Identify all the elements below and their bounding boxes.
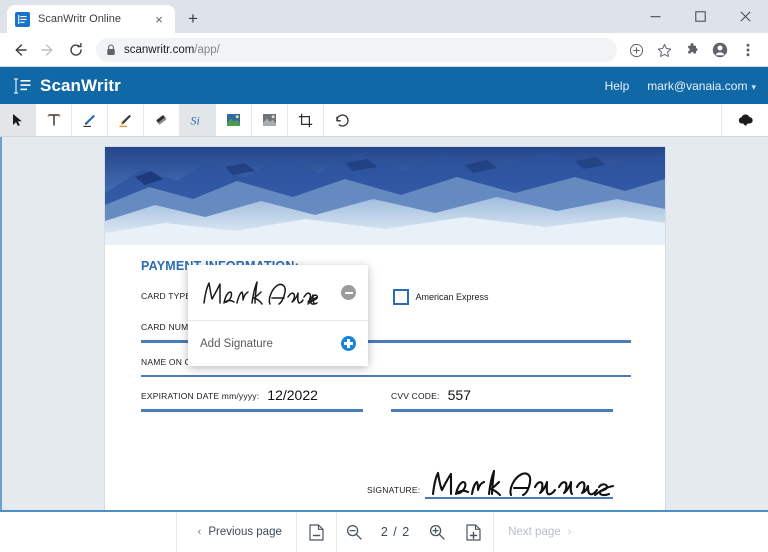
scanwritr-logo-icon xyxy=(12,77,32,95)
zoom-in-button[interactable] xyxy=(420,512,454,552)
rotate-tool[interactable] xyxy=(324,104,360,136)
lock-icon xyxy=(106,44,116,56)
image-gray-tool[interactable] xyxy=(252,104,288,136)
remove-page-button[interactable] xyxy=(297,512,337,552)
editor-toolbar: Si xyxy=(0,104,768,137)
chevron-right-icon: › xyxy=(568,526,572,538)
zoom-out-button[interactable] xyxy=(337,512,371,552)
chevron-down-icon: ▾ xyxy=(751,82,756,92)
browser-title-bar: ScanWritr Online × + xyxy=(0,0,768,33)
new-tab-button[interactable]: + xyxy=(179,5,207,33)
add-signature-label: Add Signature xyxy=(200,338,273,350)
checkbox-amex[interactable] xyxy=(393,289,409,305)
cvv-value: 557 xyxy=(448,388,471,403)
page-navigation-bar: ‹ Previous page 2 / 2 xyxy=(0,510,768,552)
cvv-field[interactable]: CVV CODE: 557 xyxy=(391,388,613,412)
crop-tool[interactable] xyxy=(288,104,324,136)
back-arrow-icon[interactable] xyxy=(6,36,34,64)
zoom-in-icon xyxy=(429,524,445,540)
text-tool[interactable] xyxy=(36,104,72,136)
saved-signature-item[interactable] xyxy=(188,265,368,321)
expiration-cvv-row: EXPIRATION DATE mm/yyyy: 12/2022 CVV COD… xyxy=(141,388,631,423)
toolbar-spacer xyxy=(360,104,722,136)
add-page-button[interactable] xyxy=(454,512,494,552)
image-color-tool[interactable] xyxy=(216,104,252,136)
card-type-option-amex[interactable]: American Express xyxy=(393,289,489,305)
tab-strip: ScanWritr Online × + xyxy=(0,0,207,33)
browser-tab[interactable]: ScanWritr Online × xyxy=(7,5,175,33)
profile-icon[interactable] xyxy=(706,36,734,64)
puzzle-icon[interactable] xyxy=(678,36,706,64)
expiration-label: EXPIRATION DATE mm/yyyy: xyxy=(141,391,259,403)
kebab-menu-icon[interactable] xyxy=(734,36,762,64)
next-page-label: Next page xyxy=(508,526,560,538)
document-workspace[interactable]: PAYMENT INFORMATION: CARD TYPE: VISA Ma xyxy=(0,137,768,510)
expiration-value: 12/2022 xyxy=(267,388,318,403)
select-tool[interactable] xyxy=(0,104,36,136)
add-signature-item[interactable]: Add Signature xyxy=(188,321,368,366)
window-minimize-icon[interactable] xyxy=(633,0,678,33)
account-email: mark@vanaia.com xyxy=(647,79,747,93)
browser-navigation-bar: scanwritr.com/app/ xyxy=(0,33,768,67)
eraser-tool[interactable] xyxy=(144,104,180,136)
next-page-button[interactable]: Next page › xyxy=(494,512,592,552)
snowy-mountain-photo xyxy=(105,147,665,245)
page-indicator: 2 / 2 xyxy=(371,525,420,539)
previous-page-button[interactable]: ‹ Previous page xyxy=(176,512,297,552)
install-icon[interactable] xyxy=(622,36,650,64)
cvv-underline xyxy=(391,409,613,412)
window-close-icon[interactable] xyxy=(723,0,768,33)
window-controls xyxy=(633,0,768,33)
tab-title: ScanWritr Online xyxy=(38,13,151,25)
add-page-icon xyxy=(466,524,481,541)
url-text: scanwritr.com/app/ xyxy=(124,44,220,56)
window-maximize-icon[interactable] xyxy=(678,0,723,33)
saved-signature-preview xyxy=(200,275,318,311)
omnibox-actions xyxy=(622,36,762,64)
app-brand-name: ScanWritr xyxy=(40,76,121,96)
address-bar[interactable]: scanwritr.com/app/ xyxy=(96,38,617,62)
expiration-field[interactable]: EXPIRATION DATE mm/yyyy: 12/2022 xyxy=(141,388,363,412)
checkbox-label-amex: American Express xyxy=(416,292,489,302)
signature-ink-annotation[interactable] xyxy=(427,467,617,501)
name-on-card-underline xyxy=(141,375,631,378)
url-host: scanwritr.com xyxy=(124,44,194,56)
remove-signature-icon[interactable] xyxy=(341,285,356,300)
chevron-left-icon: ‹ xyxy=(198,526,202,538)
pen-tool[interactable] xyxy=(72,104,108,136)
previous-page-label: Previous page xyxy=(208,526,282,538)
star-icon[interactable] xyxy=(650,36,678,64)
url-path: /app/ xyxy=(194,44,220,56)
forward-arrow-icon[interactable] xyxy=(34,36,62,64)
add-signature-icon[interactable] xyxy=(341,336,356,351)
cloud-download-button[interactable] xyxy=(722,104,768,136)
signature-tool[interactable]: Si xyxy=(180,104,216,136)
expiration-underline xyxy=(141,409,363,412)
account-menu[interactable]: mark@vanaia.com ▾ xyxy=(647,79,756,93)
app-logo[interactable]: ScanWritr xyxy=(12,76,121,96)
browser-window: ScanWritr Online × + xyxy=(0,0,768,552)
svg-text:Si: Si xyxy=(191,113,200,127)
remove-page-icon xyxy=(309,524,324,541)
signature-dropdown-menu[interactable]: Add Signature xyxy=(188,265,368,366)
app-header: ScanWritr Help mark@vanaia.com ▾ xyxy=(0,67,768,104)
tab-close-icon[interactable]: × xyxy=(151,11,167,27)
pager-group: ‹ Previous page 2 / 2 xyxy=(176,512,593,552)
signature-label: SIGNATURE: xyxy=(367,485,420,495)
highlighter-tool[interactable] xyxy=(108,104,144,136)
help-link[interactable]: Help xyxy=(605,79,630,93)
reload-icon[interactable] xyxy=(62,36,90,64)
scanwritr-favicon-icon xyxy=(15,12,30,27)
zoom-out-icon xyxy=(346,524,362,540)
cvv-label: CVV CODE: xyxy=(391,391,440,403)
